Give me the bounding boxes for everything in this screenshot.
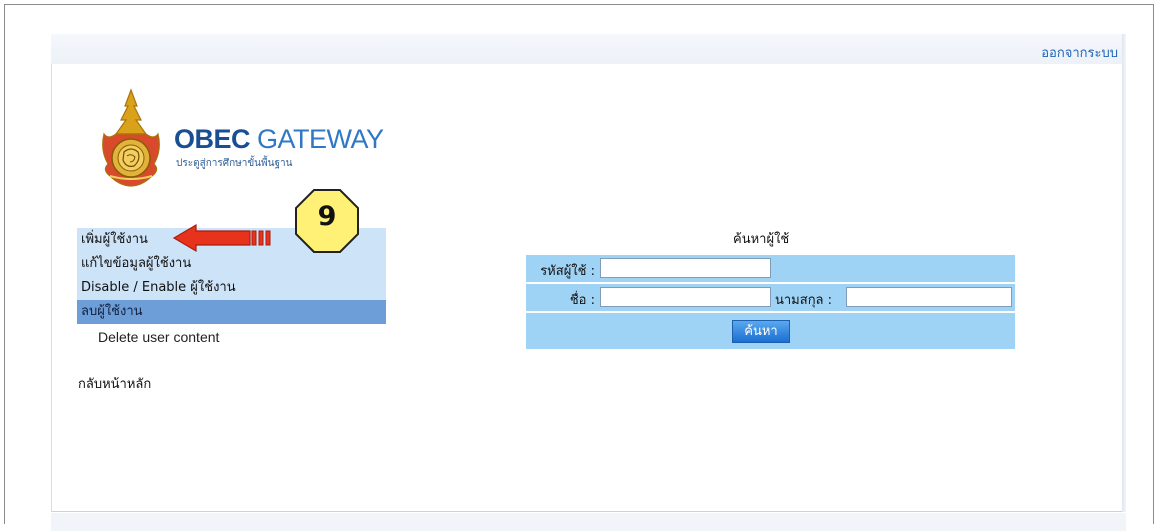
- step-number: 9: [317, 201, 337, 232]
- footer-band: [51, 513, 1126, 531]
- home-link[interactable]: กลับหน้าหลัก: [78, 373, 151, 394]
- step-number-badge: 9: [294, 188, 360, 254]
- logo-title-regular: GATEWAY: [257, 124, 384, 154]
- first-name-input[interactable]: [600, 287, 771, 307]
- search-title: ค้นหาผู้ใช้: [733, 232, 790, 247]
- logo-subtitle: ประตูสู่การศึกษาขั้นพื้นฐาน: [176, 158, 293, 169]
- search-user-form: รหัสผู้ใช้ : ชื่อ : นามสกุล : ค้นหา: [526, 255, 1015, 349]
- menu-item-delete-user[interactable]: ลบผู้ใช้งาน: [77, 300, 386, 324]
- last-name-input[interactable]: [846, 287, 1012, 307]
- logo-title: OBEC GATEWAY: [174, 124, 384, 155]
- menu-item-delete-user-content[interactable]: Delete user content: [77, 324, 386, 350]
- logout-link[interactable]: ออกจากระบบ: [1041, 42, 1118, 63]
- user-id-row: รหัสผู้ใช้ :: [526, 255, 1015, 282]
- emblem-icon: [102, 88, 160, 187]
- menu-item-disable-enable-user[interactable]: Disable / Enable ผู้ใช้งาน: [77, 276, 386, 300]
- menu-item-edit-user[interactable]: แก้ไขข้อมูลผู้ใช้งาน: [77, 252, 386, 276]
- logo-title-bold: OBEC: [174, 124, 251, 154]
- obec-logo: OBEC GATEWAY ประตูสู่การศึกษาขั้นพื้นฐาน: [96, 88, 386, 188]
- search-button[interactable]: ค้นหา: [732, 320, 790, 343]
- last-name-label: นามสกุล :: [775, 293, 833, 308]
- callout-arrow-icon: [172, 223, 271, 253]
- user-id-label: รหัสผู้ใช้ :: [540, 264, 595, 279]
- top-bar: [51, 34, 1122, 64]
- row-divider: [526, 311, 1015, 313]
- panel-shadow: [1122, 34, 1126, 512]
- user-id-input[interactable]: [600, 258, 771, 278]
- first-name-label: ชื่อ :: [569, 293, 595, 308]
- name-row: ชื่อ : นามสกุล :: [526, 284, 1015, 311]
